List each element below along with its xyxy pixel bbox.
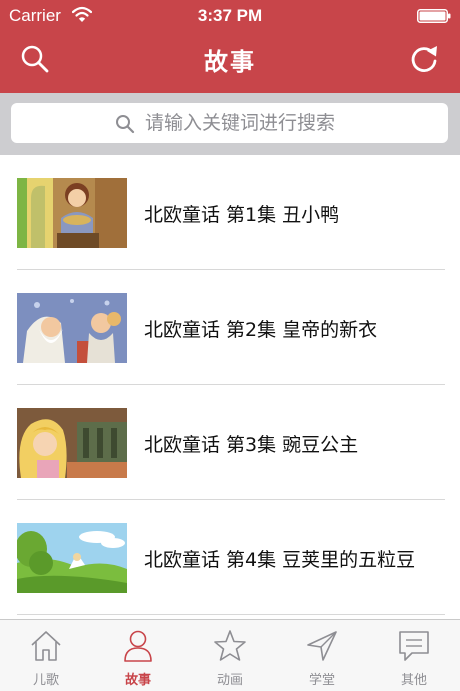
navigation-arrow-icon	[307, 631, 337, 661]
story-list: 北欧童话 第1集 丑小鸭 北欧童话 第2集 皇帝的新衣 北欧童话 第3集 豌豆公…	[0, 155, 460, 619]
tab-animation[interactable]: 动画	[184, 620, 276, 691]
search-input[interactable]	[145, 109, 435, 137]
tab-other[interactable]: 其他	[368, 620, 460, 691]
app-header: Carrier 3:37 PM 故事	[0, 0, 460, 93]
item-title: 北欧童话 第2集 皇帝的新衣	[144, 319, 378, 341]
list-item[interactable]: 北欧童话 第1集 丑小鸭	[0, 155, 460, 270]
tab-label: 学堂	[308, 673, 335, 688]
story-thumbnail	[17, 408, 127, 478]
status-bar: Carrier 3:37 PM	[0, 0, 460, 32]
tab-school[interactable]: 学堂	[276, 620, 368, 691]
story-thumbnail	[17, 523, 127, 593]
tab-stories[interactable]: 故事	[92, 620, 184, 691]
tab-songs[interactable]: 儿歌	[0, 620, 92, 691]
story-thumbnail	[17, 178, 127, 248]
tab-label: 儿歌	[32, 673, 59, 688]
refresh-icon	[411, 46, 437, 72]
tab-label: 其他	[400, 673, 427, 688]
item-title: 北欧童话 第4集 豆荚里的五粒豆	[144, 549, 416, 571]
tab-label: 故事	[124, 673, 151, 688]
story-thumbnail	[17, 293, 127, 363]
battery-icon	[417, 9, 451, 23]
chat-bubble-icon	[399, 631, 429, 661]
star-icon	[214, 630, 246, 661]
page-title: 故事	[204, 48, 256, 76]
refresh-button[interactable]	[407, 42, 441, 76]
list-item[interactable]: 北欧童话 第3集 豌豆公主	[0, 385, 460, 500]
divider	[17, 614, 445, 615]
house-icon	[31, 631, 61, 661]
search-bar	[0, 93, 460, 155]
list-item[interactable]: 北欧童话 第4集 豆荚里的五粒豆	[0, 500, 460, 615]
item-title: 北欧童话 第1集 丑小鸭	[144, 204, 340, 226]
item-title: 北欧童话 第3集 豌豆公主	[144, 434, 359, 456]
tab-label: 动画	[216, 673, 243, 688]
status-time: 3:37 PM	[197, 6, 263, 25]
tab-bar: 儿歌 故事 动画 学堂 其他	[0, 619, 460, 691]
list-item[interactable]: 北欧童话 第2集 皇帝的新衣	[0, 270, 460, 385]
person-icon	[124, 630, 152, 662]
search-field-container[interactable]	[11, 103, 448, 143]
search-icon	[116, 115, 135, 134]
